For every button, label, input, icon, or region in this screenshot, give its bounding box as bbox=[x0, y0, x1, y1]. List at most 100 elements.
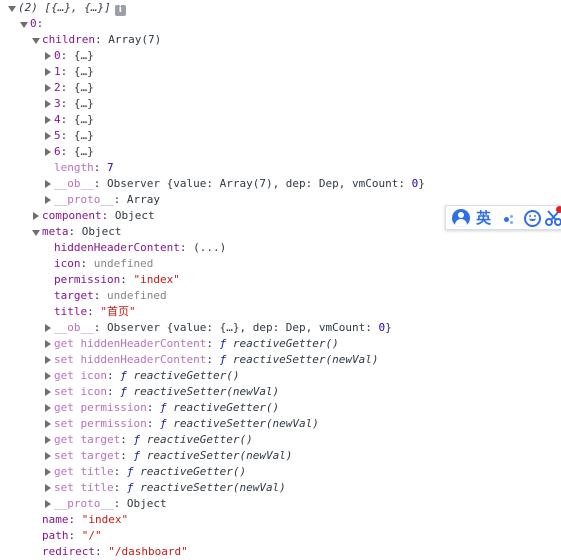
expand-arrow-icon[interactable] bbox=[45, 468, 51, 476]
accessor-fn: reactiveGetter() bbox=[140, 465, 247, 478]
field-key: permission bbox=[54, 273, 121, 286]
expand-arrow-icon[interactable] bbox=[45, 148, 51, 156]
ob-key: __ob__ bbox=[54, 321, 94, 334]
accessor-key: get icon bbox=[54, 369, 107, 382]
proto-key: __proto__ bbox=[54, 193, 114, 206]
expand-arrow-icon[interactable] bbox=[45, 452, 51, 460]
accessor-row[interactable]: set target: ƒ reactiveSetter(newVal) bbox=[0, 448, 561, 464]
expand-arrow-icon[interactable] bbox=[45, 484, 51, 492]
expand-arrow-icon[interactable] bbox=[45, 436, 51, 444]
accessor-key: get permission bbox=[54, 401, 147, 414]
expand-arrow-icon[interactable] bbox=[33, 212, 39, 220]
children-type: Array(7) bbox=[108, 33, 162, 46]
accessor-fn: reactiveSetter(newVal) bbox=[133, 385, 280, 398]
ime-toolbar[interactable]: 英 bbox=[445, 205, 561, 230]
ob-value: Observer {value: Array(7), dep: Dep, vmC… bbox=[107, 177, 412, 190]
index-key: 0 bbox=[30, 17, 37, 30]
expand-arrow-icon[interactable] bbox=[32, 230, 40, 236]
accessor-row[interactable]: set hiddenHeaderContent: ƒ reactiveSette… bbox=[0, 352, 561, 368]
path-row: path: "/" bbox=[42, 529, 102, 542]
component-value: Object bbox=[114, 209, 155, 222]
accessor-row[interactable]: get title: ƒ reactiveGetter() bbox=[0, 464, 561, 480]
expand-arrow-icon[interactable] bbox=[45, 84, 51, 92]
ob-value: Observer {value: {…}, dep: Dep, vmCount: bbox=[107, 321, 379, 334]
accessor-row[interactable]: set permission: ƒ reactiveSetter(newVal) bbox=[0, 416, 561, 432]
function-glyph: ƒ bbox=[159, 401, 167, 414]
children-row[interactable]: children: Array(7) bbox=[0, 32, 561, 48]
expand-arrow-icon[interactable] bbox=[45, 420, 51, 428]
accessor-fn: reactiveSetter(newVal) bbox=[232, 353, 379, 366]
language-toggle[interactable]: 英 bbox=[476, 208, 491, 228]
accessor-key: get target bbox=[54, 433, 121, 446]
field-value: undefined bbox=[93, 257, 154, 270]
expand-arrow-icon[interactable] bbox=[45, 52, 51, 60]
child-preview: {…} bbox=[73, 81, 94, 94]
expand-arrow-icon[interactable] bbox=[45, 100, 51, 108]
child-item-row[interactable]: 1: {…} bbox=[0, 64, 561, 80]
meta-title-row: title: "首页" bbox=[54, 305, 136, 318]
child-index: 2 bbox=[54, 81, 61, 94]
child-index: 6 bbox=[54, 145, 61, 158]
child-item-row[interactable]: 0: {…} bbox=[0, 48, 561, 64]
meta-hidden-header-row[interactable]: hiddenHeaderContent: (...) bbox=[0, 240, 561, 256]
children-ob-row[interactable]: __ob__: Observer {value: Array(7), dep: … bbox=[0, 176, 561, 192]
expand-arrow-icon[interactable] bbox=[45, 196, 51, 204]
path-value: "/" bbox=[81, 529, 102, 542]
child-item-row[interactable]: 2: {…} bbox=[0, 80, 561, 96]
meta-ob-row[interactable]: __ob__: Observer {value: {…}, dep: Dep, … bbox=[0, 320, 561, 336]
field-key: target bbox=[54, 289, 94, 302]
accessor-row[interactable]: get target: ƒ reactiveGetter() bbox=[0, 432, 561, 448]
expand-arrow-icon[interactable] bbox=[45, 356, 51, 364]
index-0-row[interactable]: 0: bbox=[0, 16, 561, 32]
expand-arrow-icon[interactable] bbox=[8, 6, 16, 12]
info-icon[interactable]: i bbox=[114, 5, 126, 16]
child-item-row[interactable]: 5: {…} bbox=[0, 128, 561, 144]
meta-permission-row: permission: "index" bbox=[54, 273, 180, 286]
expand-arrow-icon[interactable] bbox=[45, 388, 51, 396]
child-item-row[interactable]: 3: {…} bbox=[0, 96, 561, 112]
expand-arrow-icon[interactable] bbox=[32, 38, 40, 44]
expand-arrow-icon[interactable] bbox=[45, 116, 51, 124]
expand-arrow-icon[interactable] bbox=[45, 68, 51, 76]
expand-arrow-icon[interactable] bbox=[45, 500, 51, 508]
proto-key: __proto__ bbox=[54, 497, 114, 510]
meta-proto-row[interactable]: __proto__: Object bbox=[0, 496, 561, 512]
child-preview: {…} bbox=[73, 97, 94, 110]
child-preview: {…} bbox=[73, 145, 94, 158]
meta-icon-row: icon: undefined bbox=[54, 257, 154, 270]
field-value: undefined bbox=[107, 289, 167, 302]
expand-arrow-icon[interactable] bbox=[45, 404, 51, 412]
length-row: length: 7 bbox=[54, 161, 114, 174]
accessor-row[interactable]: set title: ƒ reactiveSetter(newVal) bbox=[0, 480, 561, 496]
expand-arrow-icon[interactable] bbox=[45, 180, 51, 188]
avatar-icon[interactable] bbox=[452, 209, 470, 227]
array-summary-row[interactable]: (2) [{…}, {…}] i bbox=[0, 0, 561, 16]
child-index: 0 bbox=[54, 49, 61, 62]
accessor-row[interactable]: set icon: ƒ reactiveSetter(newVal) bbox=[0, 384, 561, 400]
expand-arrow-icon[interactable] bbox=[45, 324, 51, 332]
punctuation-icon[interactable] bbox=[502, 209, 518, 227]
accessor-row[interactable]: get hiddenHeaderContent: ƒ reactiveGette… bbox=[0, 336, 561, 352]
child-item-row[interactable]: 4: {…} bbox=[0, 112, 561, 128]
field-key: title bbox=[54, 305, 88, 318]
field-value: "首页" bbox=[100, 305, 136, 318]
redirect-row: redirect: "/dashboard" bbox=[42, 545, 188, 558]
emoji-icon[interactable] bbox=[524, 210, 541, 227]
accessor-fn: reactiveGetter() bbox=[173, 401, 280, 414]
array-preview: [{…}, {…}] bbox=[44, 1, 111, 14]
proto-value: Object bbox=[126, 497, 167, 510]
accessor-key: set hiddenHeaderContent bbox=[54, 353, 207, 366]
expand-arrow-icon[interactable] bbox=[45, 132, 51, 140]
child-preview: {…} bbox=[73, 49, 94, 62]
proto-value: Array bbox=[126, 193, 160, 206]
accessor-row[interactable]: get icon: ƒ reactiveGetter() bbox=[0, 368, 561, 384]
child-item-row[interactable]: 6: {…} bbox=[0, 144, 561, 160]
expand-arrow-icon[interactable] bbox=[45, 372, 51, 380]
accessor-key: set icon bbox=[54, 385, 107, 398]
accessor-row[interactable]: get permission: ƒ reactiveGetter() bbox=[0, 400, 561, 416]
accessor-key: get title bbox=[54, 465, 114, 478]
expand-arrow-icon[interactable] bbox=[45, 340, 51, 348]
expand-arrow-icon[interactable] bbox=[20, 22, 28, 28]
field-key: icon bbox=[54, 257, 81, 270]
lazy-value[interactable]: (...) bbox=[193, 241, 226, 254]
